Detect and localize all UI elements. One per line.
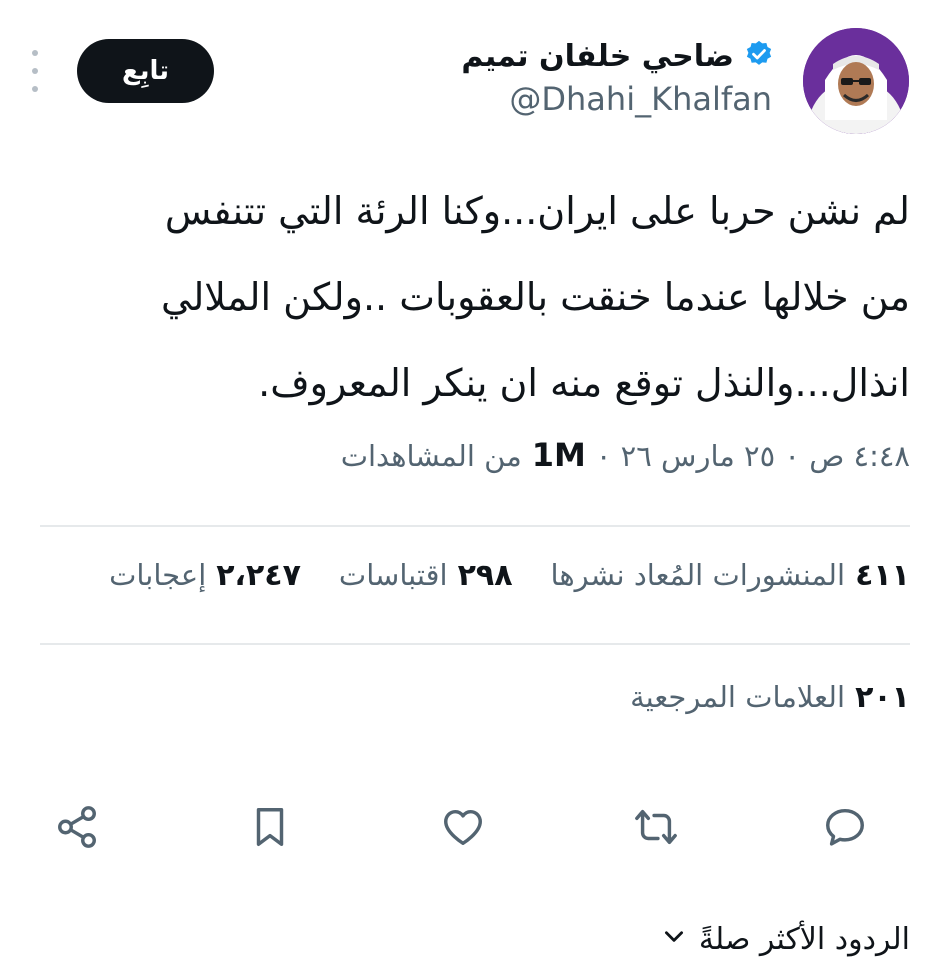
like-button[interactable]: [433, 792, 493, 862]
tweet-line: من خلالها عندما خنقت بالعقوبات ..ولكن ال…: [161, 275, 910, 319]
follow-button[interactable]: تابِع: [77, 39, 214, 103]
replies-sort[interactable]: الردود الأكثر صلةً: [661, 922, 910, 957]
bookmark-button[interactable]: [240, 792, 300, 862]
reply-button[interactable]: [815, 792, 875, 862]
display-name-row: ضاحي خلفان تميم: [461, 36, 774, 76]
likes-count: ٢،٢٤٧: [216, 558, 301, 593]
chevron-down-icon: [661, 922, 687, 957]
action-bar: [0, 792, 941, 862]
bookmarks-count: ٢٠١: [855, 680, 910, 715]
quotes-count: ٢٩٨: [457, 558, 513, 593]
views-count: 1M: [531, 436, 586, 474]
like-icon: [444, 809, 482, 846]
divider: [40, 643, 910, 645]
repost-icon: [635, 809, 677, 845]
avatar[interactable]: [803, 28, 909, 134]
verified-badge-icon: [744, 39, 774, 73]
likes-stat[interactable]: ٢،٢٤٧ إعجابات: [109, 558, 301, 593]
display-name[interactable]: ضاحي خلفان تميم: [461, 39, 734, 74]
share-icon: [58, 806, 96, 848]
reposts-label: المنشورات المُعاد نشرها: [550, 558, 846, 592]
tweet-line: انذال...والنذل توقع منه ان ينكر المعروف.: [258, 361, 910, 405]
tweet-timestamp[interactable]: ٤:٤٨ ص ٠ ٢٥ مارس ٢٦ ٠: [596, 439, 910, 473]
engagement-stats: ٤١١ المنشورات المُعاد نشرها ٢٩٨ اقتباسات…: [109, 558, 910, 593]
tweet-line: لم نشن حربا على ايران...وكنا الرئة التي …: [164, 189, 910, 233]
more-options-icon[interactable]: [24, 50, 46, 92]
bookmark-icon: [256, 808, 284, 846]
reply-icon: [826, 808, 864, 846]
repost-button[interactable]: [626, 792, 686, 862]
replies-sort-label: الردود الأكثر صلةً: [698, 922, 910, 957]
user-handle[interactable]: @Dhahi_Khalfan: [509, 80, 772, 118]
likes-label: إعجابات: [109, 558, 207, 592]
bookmarks-label: العلامات المرجعية: [630, 680, 846, 714]
tweet-text: لم نشن حربا على ايران...وكنا الرئة التي …: [30, 168, 910, 426]
reposts-count: ٤١١: [855, 558, 910, 593]
avatar-image: [803, 28, 909, 134]
quotes-stat[interactable]: ٢٩٨ اقتباسات: [339, 558, 513, 593]
share-button[interactable]: [47, 792, 107, 862]
views-label: من المشاهدات: [340, 439, 522, 473]
divider: [40, 525, 910, 527]
tweet-meta: ٤:٤٨ ص ٠ ٢٥ مارس ٢٦ ٠ 1M من المشاهدات: [341, 436, 910, 474]
quotes-label: اقتباسات: [338, 558, 448, 592]
bookmarks-stat[interactable]: ٢٠١ العلامات المرجعية: [630, 680, 910, 715]
reposts-stat[interactable]: ٤١١ المنشورات المُعاد نشرها: [551, 558, 910, 593]
